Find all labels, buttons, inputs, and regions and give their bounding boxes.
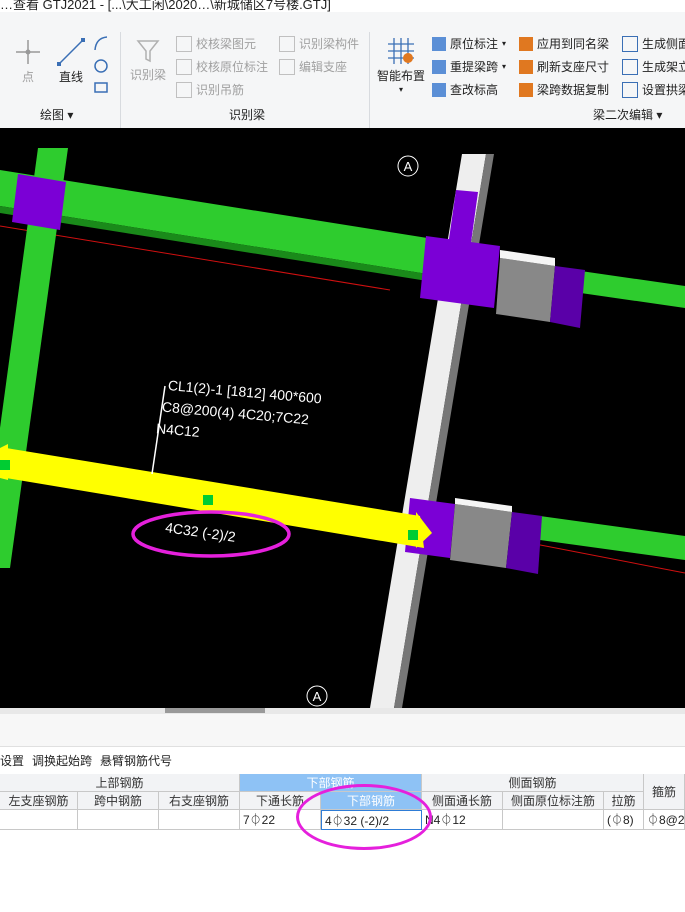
copy-icon	[519, 82, 533, 97]
cad-drawing[interactable]: A A CL1(2)-1 [1812] 400*600 C8@200(4) 4C…	[0, 128, 685, 708]
settings-button[interactable]: 设置	[0, 752, 24, 769]
cell-bottom-rebar[interactable]: 4⏀32 (-2)/2	[321, 810, 422, 830]
swap-start-span-button[interactable]: 调换起始跨	[32, 752, 92, 769]
cell-side-inplace[interactable]	[503, 810, 604, 830]
hanger-icon	[176, 81, 192, 98]
ribbon: 点 直线 绘图 ▾ 识别梁 校核梁图元 校核原位标注 识别吊筋 识别梁构件 编辑…	[0, 12, 685, 130]
cell-tie-bar[interactable]: (⏀8)	[604, 810, 644, 830]
point-button[interactable]: 点	[14, 38, 42, 85]
arch-icon	[622, 81, 638, 98]
splitter-thumb[interactable]	[165, 708, 265, 713]
draw-group-label[interactable]: 绘图 ▾	[40, 106, 73, 123]
apply-same-name-button[interactable]: 应用到同名梁	[519, 35, 609, 52]
col-right-support[interactable]: 右支座钢筋	[159, 792, 240, 810]
grip-point[interactable]	[203, 495, 213, 505]
group-header-side-rebar: 侧面钢筋	[422, 774, 644, 792]
check-icon	[176, 35, 192, 52]
grip-point[interactable]	[0, 460, 10, 470]
smart-layout-icon	[388, 38, 414, 64]
beam-icon	[279, 35, 295, 52]
ribbon-separator	[369, 32, 370, 130]
smart-layout-button[interactable]: 智能布置 ▾	[377, 36, 425, 94]
copy-span-data-button[interactable]: 梁跨数据复制	[519, 81, 609, 98]
panel-header	[0, 714, 685, 747]
inplace-label: 4C32 (-2)/2	[164, 519, 237, 545]
edit-support-button[interactable]: 编辑支座	[279, 58, 347, 75]
cell-side-continuous[interactable]: N4⏀12	[422, 810, 503, 830]
inplace-annotation-button[interactable]: 原位标注 ▾	[432, 35, 506, 52]
generate-side-button[interactable]: 生成侧面	[622, 35, 685, 52]
apply-icon	[519, 36, 533, 51]
col-side-inplace[interactable]: 侧面原位标注筋	[503, 792, 604, 810]
grip-point[interactable]	[408, 530, 418, 540]
green-beam[interactable]	[540, 516, 685, 560]
col-bottom-continuous[interactable]: 下通长筋	[240, 792, 321, 810]
reextract-span-button[interactable]: 重提梁跨 ▾	[432, 58, 506, 75]
cell-left-support[interactable]	[0, 810, 78, 830]
table-toolbar: 设置 调换起始跨 悬臂钢筋代号	[0, 750, 172, 770]
identify-group-label: 识别梁	[229, 108, 266, 122]
group-header-bottom-rebar: 下部钢筋	[240, 774, 422, 792]
col-side-continuous[interactable]: 侧面通长筋	[422, 792, 503, 810]
ribbon-separator	[120, 32, 121, 130]
line-button[interactable]: 直线	[56, 38, 86, 85]
line-icon	[57, 38, 85, 66]
window-title-bar: …查看 GTJ2021 - [...\大工闲\2020…\新城储区7号楼.GTJ…	[0, 0, 685, 12]
drawing-canvas[interactable]: A A CL1(2)-1 [1812] 400*600 C8@200(4) 4C…	[0, 128, 685, 708]
side-icon	[622, 35, 638, 52]
cell-stirrup[interactable]: ⏀8@2	[644, 810, 685, 830]
generate-erection-button[interactable]: 生成架立	[622, 58, 685, 75]
col-tie-bar[interactable]: 拉筋	[604, 792, 644, 810]
check-icon	[176, 58, 192, 75]
identify-beam-member-button[interactable]: 识别梁构件	[279, 35, 359, 52]
elevation-icon	[432, 82, 446, 97]
set-arch-beam-button[interactable]: 设置拱梁	[622, 81, 685, 98]
point-icon	[16, 40, 40, 64]
cell-right-support[interactable]	[159, 810, 240, 830]
col-left-support[interactable]: 左支座钢筋	[0, 792, 78, 810]
empty-table-area	[0, 856, 685, 912]
axis-marker-top: A	[404, 159, 413, 174]
group-header-stirrup: 箍筋	[644, 774, 685, 810]
annotation-icon	[432, 36, 446, 51]
group-header-top-rebar: 上部钢筋	[0, 774, 240, 792]
cell-mid-span[interactable]	[78, 810, 159, 830]
cantilever-code-button[interactable]: 悬臂钢筋代号	[100, 752, 172, 769]
identify-beam-button[interactable]: 识别梁	[130, 38, 166, 83]
funnel-icon	[136, 40, 160, 63]
column-gray	[496, 258, 555, 322]
refresh-support-size-button[interactable]: 刷新支座尺寸	[519, 58, 609, 75]
span-icon	[432, 59, 446, 74]
pencil-icon	[279, 58, 295, 75]
check-elevation-button[interactable]: 查改标高	[432, 81, 498, 98]
erection-icon	[622, 58, 638, 75]
arc-circle-rect-icons[interactable]	[92, 34, 110, 100]
identify-hanger-button[interactable]: 识别吊筋	[176, 81, 244, 98]
col-bottom-rebar[interactable]: 下部钢筋	[321, 792, 422, 810]
axis-marker-bottom: A	[313, 689, 322, 704]
column[interactable]	[12, 174, 66, 230]
window-title: …查看 GTJ2021 - [...\大工闲\2020…\新城储区7号楼.GTJ…	[0, 0, 331, 12]
check-inplace-annotation-button[interactable]: 校核原位标注	[176, 58, 268, 75]
check-beam-element-button[interactable]: 校核梁图元	[176, 35, 256, 52]
col-mid-span[interactable]: 跨中钢筋	[78, 792, 159, 810]
edit-group-label[interactable]: 梁二次编辑 ▾	[593, 106, 662, 123]
beam-label-line-3: N4C12	[155, 420, 200, 440]
cell-bottom-continuous[interactable]: 7⏀22	[240, 810, 321, 830]
refresh-icon	[519, 59, 533, 74]
